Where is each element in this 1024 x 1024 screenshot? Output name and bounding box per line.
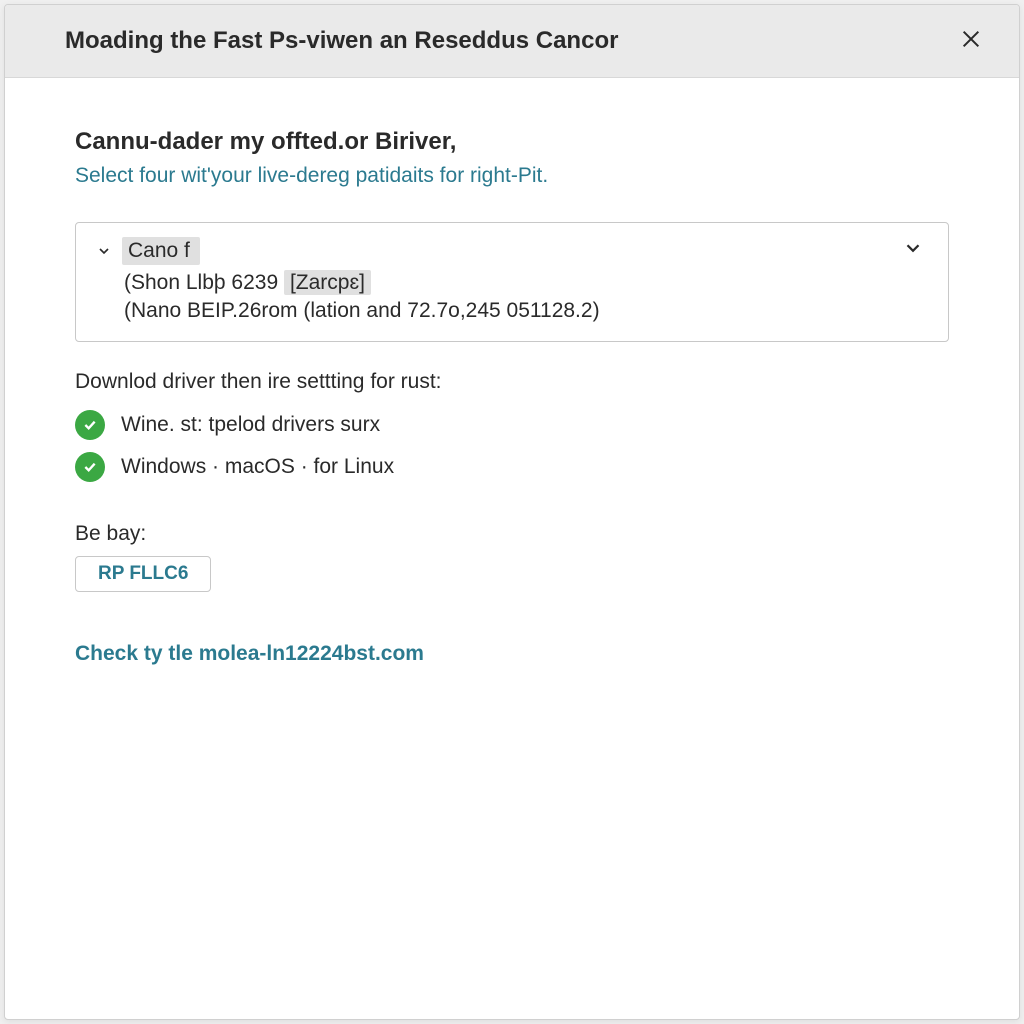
device-select-box[interactable]: Cano f (Shon Llbþ 6239 [Zarcpɛ] (Nano BE… [75, 222, 949, 342]
download-label: Downlod driver then ire settting for rus… [75, 370, 949, 394]
check-circle-icon [75, 410, 105, 440]
option-line-1-prefix: (Shon Llbþ 6239 [124, 271, 284, 294]
dialog-header: Moading the Fast Ps-viwen an Reseddus Ca… [5, 5, 1019, 78]
check-label: Wine. st: tpelod drivers surx [121, 413, 380, 437]
main-heading: Cannu-dader my offted.or Biriver, [75, 128, 949, 156]
check-item: Wine. st: tpelod drivers surx [75, 410, 949, 440]
tag-button[interactable]: RP FLLC6 [75, 556, 211, 592]
chevron-down-icon [96, 243, 112, 259]
check-item: Windows · macOS · for Linux [75, 452, 949, 482]
selected-chip: Cano f [122, 237, 200, 265]
dialog-title: Moading the Fast Ps-viwen an Reseddus Ca… [65, 27, 618, 55]
footer-link[interactable]: Check ty tle molea-ln12224bst.com [75, 642, 949, 666]
close-icon [960, 26, 982, 57]
check-list: Wine. st: tpelod drivers surx Windows · … [75, 410, 949, 482]
dialog-body: Cannu-dader my offted.or Biriver, Select… [5, 78, 1019, 706]
option-badge: [Zarcpɛ] [284, 270, 371, 295]
option-line-1: (Shon Llbþ 6239 [Zarcpɛ] [124, 271, 928, 295]
close-button[interactable] [953, 23, 989, 59]
option-line-2: (Nano BEIP.26rom (lation and 72.7o,245 0… [124, 299, 928, 323]
select-top-row: Cano f [96, 237, 928, 265]
chevron-down-icon[interactable] [902, 237, 924, 264]
check-label: Windows · macOS · for Linux [121, 455, 394, 479]
check-circle-icon [75, 452, 105, 482]
dialog-window: Moading the Fast Ps-viwen an Reseddus Ca… [4, 4, 1020, 1020]
sub-heading: Select four wit'your live-dereg patidait… [75, 164, 949, 188]
bebay-label: Be bay: [75, 522, 949, 546]
